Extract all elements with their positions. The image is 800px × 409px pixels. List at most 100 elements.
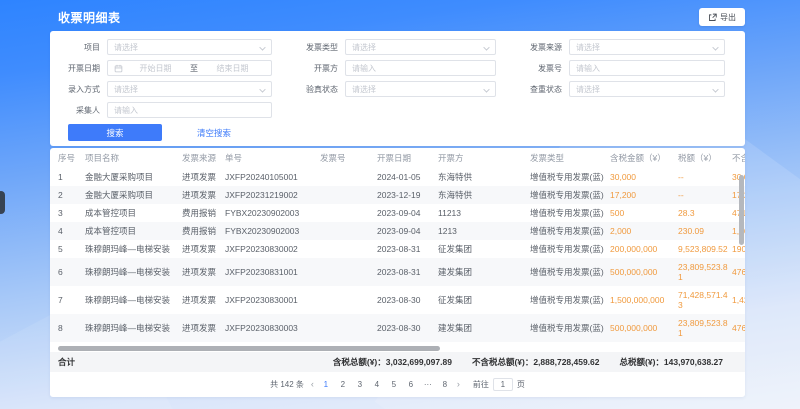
start-date-placeholder: 开始日期 [123, 63, 188, 74]
cell-invoice-no [320, 258, 377, 286]
cell-issuer: 征发集团 [438, 240, 530, 258]
invoice-no-input[interactable] [569, 60, 725, 76]
cell-issuer: 建发集团 [438, 314, 530, 342]
cell-issuer: 征发集团 [438, 286, 530, 314]
cell-amount-with-tax: 500,000,000 [610, 314, 678, 342]
issuer-text-input[interactable] [352, 64, 489, 73]
invoice-type-select[interactable] [345, 39, 496, 55]
cell-amount-with-tax: 17,200 [610, 186, 678, 204]
export-button[interactable]: 导出 [699, 8, 745, 26]
end-date-placeholder: 结束日期 [200, 63, 265, 74]
cell-invoice-type: 增值税专用发票(蓝) [530, 168, 610, 186]
summary-label: 合计 [58, 356, 75, 368]
cell-issuer: 建发集团 [438, 258, 530, 286]
cell-seq: 7 [50, 286, 85, 314]
invoice-type-select-input[interactable] [352, 43, 489, 52]
cell-invoice-source: 进项发票 [182, 168, 225, 186]
cell-invoice-type: 增值税专用发票(蓝) [530, 286, 610, 314]
entry-method-select[interactable] [107, 81, 272, 97]
cell-invoice-type: 增值税专用发票(蓝) [530, 240, 610, 258]
table-row: 3成本管控项目费用报销FYBX202309020032023-09-041121… [50, 204, 745, 222]
page-number-6[interactable]: 6 [406, 380, 416, 389]
cell-amount-with-tax: 30,000 [610, 168, 678, 186]
invoice-source-select[interactable] [569, 39, 725, 55]
cell-seq: 2 [50, 186, 85, 204]
search-button[interactable]: 搜索 [68, 124, 162, 141]
cell-invoice-no [320, 286, 377, 314]
field-label: 查重状态 [512, 84, 569, 95]
summary-row: 合计 含税总额(¥)：3,032,699,097.89 不含税总额(¥)：2,8… [50, 352, 745, 372]
header-seq: 序号 [50, 148, 85, 168]
cell-invoice-date: 2023-08-30 [377, 314, 438, 342]
verify-status-select-input[interactable] [352, 85, 489, 94]
filter-field-collector: 采集人 [50, 102, 288, 118]
cell-invoice-no [320, 204, 377, 222]
cell-amount-without-tax: 476,190,476.19 [732, 314, 745, 342]
page-number-5[interactable]: 5 [389, 380, 399, 389]
page-number-2[interactable]: 2 [338, 380, 348, 389]
invoice-no-text-input[interactable] [576, 64, 718, 73]
cell-issuer: 1213 [438, 222, 530, 240]
cell-project-name: 珠穆朗玛峰—电梯安装 [85, 240, 182, 258]
table-row: 7珠穆朗玛峰—电梯安装进项发票JXFP202308300012023-08-30… [50, 286, 745, 314]
cell-invoice-date: 2023-09-04 [377, 204, 438, 222]
filter-field-duplicate-status: 查重状态 [512, 81, 741, 97]
header-tax: 税额（¥） [678, 148, 732, 168]
header-project-name: 项目名称 [85, 148, 182, 168]
page-number-3[interactable]: 3 [355, 380, 365, 389]
cell-invoice-source: 进项发票 [182, 240, 225, 258]
collector-input[interactable] [107, 102, 272, 118]
total-with-tax: 含税总额(¥)：3,032,699,097.89 [333, 356, 452, 368]
field-label: 验真状态 [288, 84, 345, 95]
cell-tax: -- [678, 168, 732, 186]
cell-invoice-source: 费用报销 [182, 204, 225, 222]
duplicate-status-select-input[interactable] [576, 85, 718, 94]
page-unit-label: 页 [517, 379, 525, 390]
field-label: 开票方 [288, 63, 345, 74]
export-label: 导出 [720, 12, 736, 23]
header-invoice-no: 发票号 [320, 148, 377, 168]
invoice-source-select-input[interactable] [576, 43, 718, 52]
cell-project-name: 珠穆朗玛峰—电梯安装 [85, 286, 182, 314]
header-invoice-date: 开票日期 [377, 148, 438, 168]
cell-amount-with-tax: 1,500,000,000 [610, 286, 678, 314]
total-without-tax: 不含税总额(¥)：2,888,728,459.62 [472, 356, 600, 368]
page-number-4[interactable]: 4 [372, 380, 382, 389]
duplicate-status-select[interactable] [569, 81, 725, 97]
collector-text-input[interactable] [114, 106, 265, 115]
cell-amount-with-tax: 500 [610, 204, 678, 222]
horizontal-scrollbar-track [50, 346, 745, 352]
filter-field-invoice-source: 发票来源 [512, 39, 741, 55]
cell-invoice-type: 增值税专用发票(蓝) [530, 314, 610, 342]
horizontal-scrollbar[interactable] [58, 346, 440, 351]
cell-order-no: JXFP20230830002 [225, 240, 320, 258]
cell-invoice-type: 增值税专用发票(蓝) [530, 186, 610, 204]
cell-amount-without-tax: 476,190,476.19 [732, 258, 745, 286]
project-select-input[interactable] [114, 43, 265, 52]
prev-page-button[interactable]: ‹ [311, 379, 314, 389]
cell-seq: 1 [50, 168, 85, 186]
page-ellipsis[interactable]: ··· [423, 380, 433, 389]
project-select[interactable] [107, 39, 272, 55]
verify-status-select[interactable] [345, 81, 496, 97]
cell-amount-without-tax: 1,428,571,428.57 [732, 286, 745, 314]
clear-search-link[interactable]: 清空搜索 [197, 127, 231, 139]
entry-method-select-input[interactable] [114, 85, 265, 94]
cell-tax: 23,809,523.81 [678, 314, 732, 342]
table-header-row: 序号 项目名称 发票来源 单号 发票号 开票日期 开票方 发票类型 含税金额（¥… [50, 148, 745, 168]
cell-issuer: 11213 [438, 204, 530, 222]
next-page-button[interactable]: › [457, 379, 460, 389]
cell-invoice-source: 进项发票 [182, 314, 225, 342]
field-label: 发票号 [512, 63, 569, 74]
left-edge-handle[interactable] [0, 191, 5, 214]
goto-page-input[interactable] [493, 378, 513, 391]
cell-invoice-date: 2023-12-19 [377, 186, 438, 204]
issuer-input[interactable] [345, 60, 496, 76]
page-number-8[interactable]: 8 [440, 380, 450, 389]
pagination: 共 142 条 ‹ 123456···8 › 前往 页 [50, 372, 745, 396]
page-number-1[interactable]: 1 [321, 380, 331, 389]
cell-invoice-type: 增值税专用发票(蓝) [530, 204, 610, 222]
field-label: 录入方式 [50, 84, 107, 95]
invoice-date-range[interactable]: 开始日期 至 结束日期 [107, 60, 272, 76]
vertical-scrollbar[interactable] [739, 175, 744, 245]
